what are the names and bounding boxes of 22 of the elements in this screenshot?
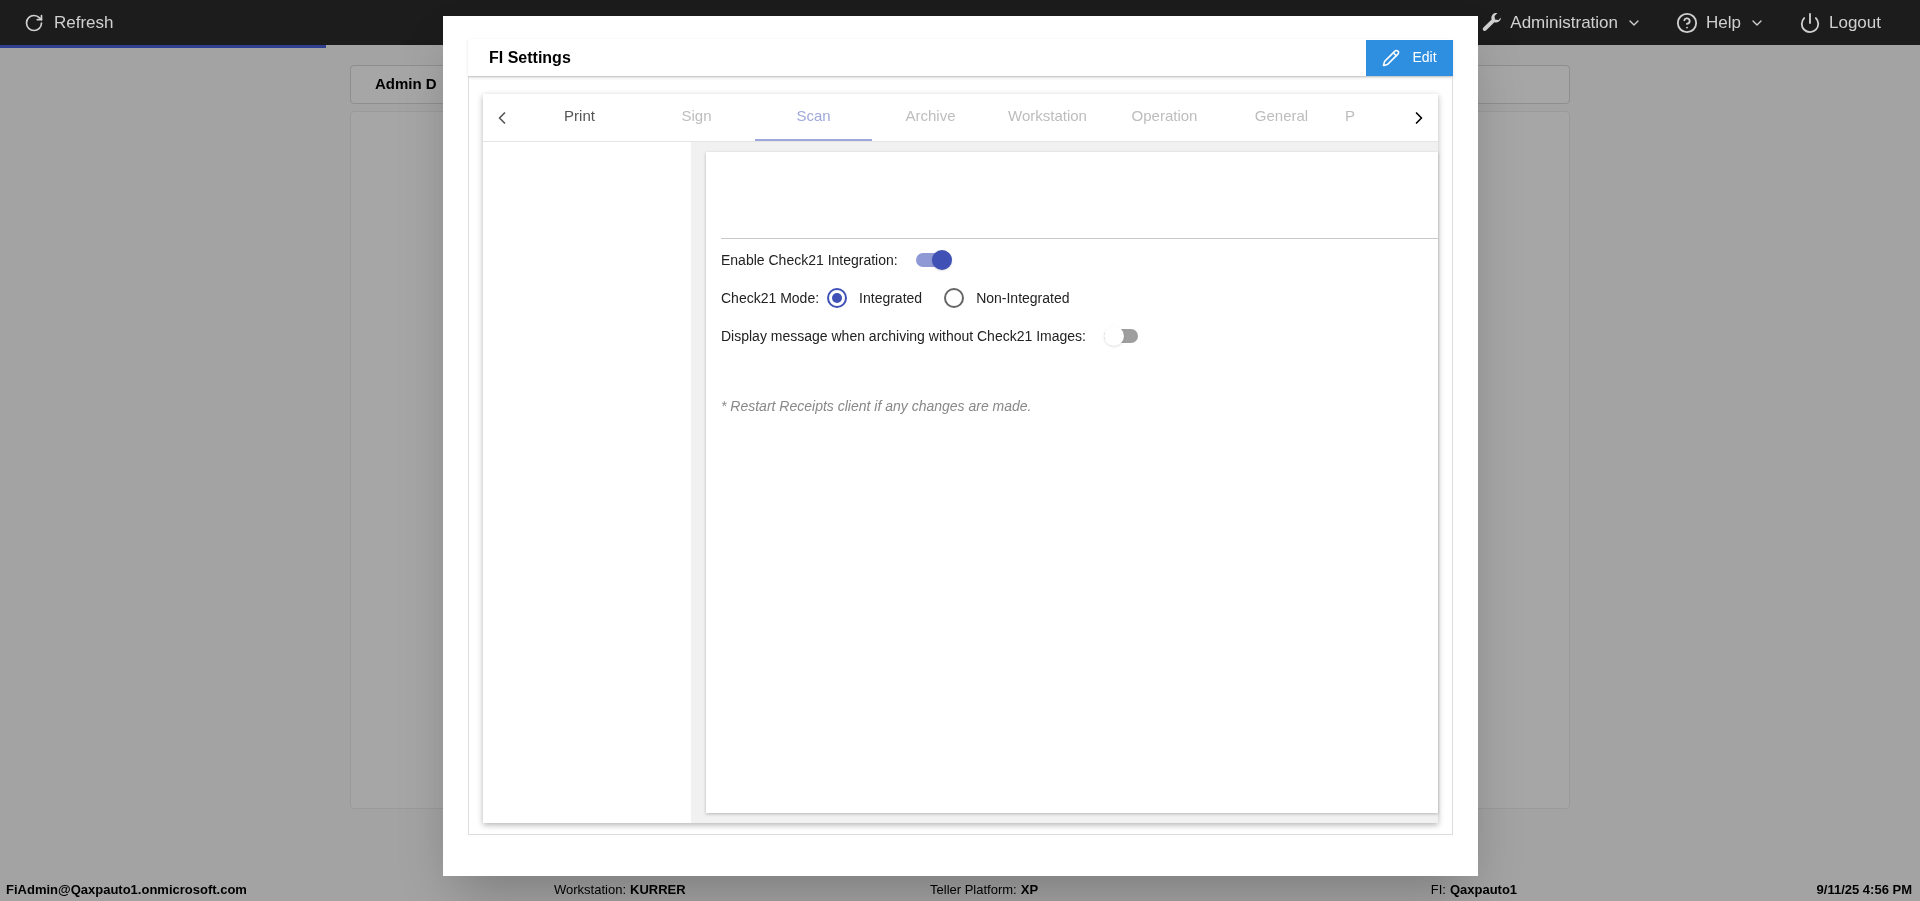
setting-label: Check21 Mode: [721, 288, 820, 308]
platform-value: XP [1020, 881, 1040, 900]
refresh-button[interactable]: Refresh [24, 9, 114, 36]
menu-button[interactable]: Administration [1482, 9, 1643, 36]
restart-note: * Restart Receipts client if any changes are made. [721, 397, 1033, 416]
tab[interactable]: Print [521, 94, 638, 141]
fi-label: FI: [1430, 881, 1446, 900]
user-email: FiAdmin@Qaxpauto1.onmicrosoft.com [6, 881, 248, 900]
dialog-title: FI Settings [489, 47, 571, 68]
edit-button[interactable]: Edit [1366, 39, 1453, 76]
platform-label: Teller Platform: [930, 881, 1017, 900]
menu-button[interactable]: Help [1676, 9, 1765, 36]
card-title: Admin D [375, 74, 437, 95]
date-time: 9/11/25 4:56 PM [1816, 881, 1912, 900]
workstation-label: Workstation: [554, 881, 626, 900]
fi-value: Qaxpauto1 [1449, 881, 1518, 900]
setting-label: Display message when archiving without Check21 Images: [721, 326, 1086, 346]
menu-button[interactable]: Logout [1799, 9, 1881, 36]
radio-label[interactable]: Non-Integrated [976, 287, 1070, 309]
setting-label: Enable Check21 Integration: [721, 250, 898, 270]
radio-label[interactable]: Integrated [859, 287, 923, 309]
workstation-value: KURRER [630, 881, 687, 900]
